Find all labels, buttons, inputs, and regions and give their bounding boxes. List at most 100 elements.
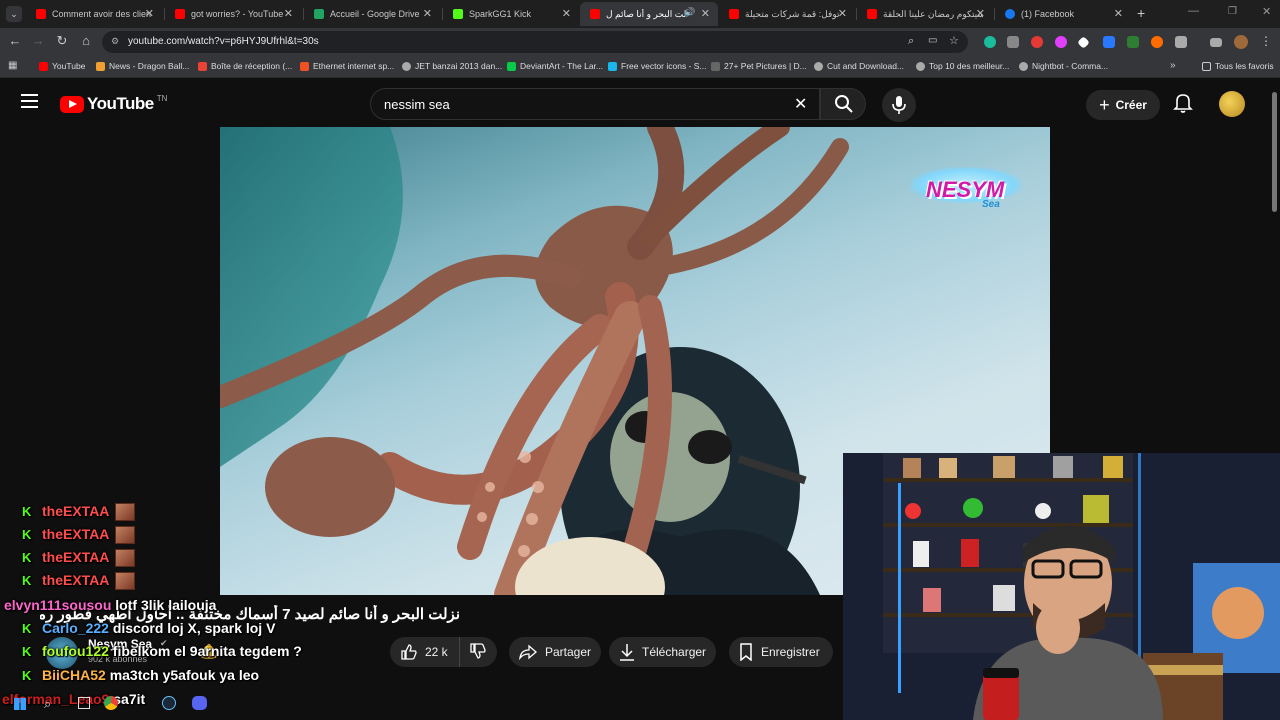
task-view-icon[interactable]: [78, 697, 90, 709]
chrome-taskbar-icon[interactable]: [104, 696, 118, 710]
tab-close-icon[interactable]: ✕: [145, 7, 154, 20]
bookmark-item[interactable]: Ethernet internet sp...: [300, 61, 394, 71]
bookmark-item[interactable]: Free vector icons - S...: [608, 61, 707, 71]
bookmark-item[interactable]: Nightbot - Comma...: [1019, 61, 1108, 71]
browser-tab[interactable]: SparkGG1 Kick ✕: [443, 2, 579, 26]
browser-tab[interactable]: got worries? - YouTube ✕: [165, 2, 301, 26]
speaker-icon[interactable]: 🔊: [684, 7, 695, 18]
dragon-ball-icon: [96, 61, 105, 71]
streamer-webcam: [843, 453, 1280, 720]
bookmark-item[interactable]: Cut and Download...: [814, 61, 904, 71]
clear-search-icon[interactable]: ✕: [794, 94, 807, 114]
profile-avatar-icon[interactable]: [1234, 35, 1248, 49]
reading-list-icon[interactable]: [1210, 38, 1222, 47]
steam-taskbar-icon[interactable]: [162, 696, 176, 710]
tab-close-icon[interactable]: ✕: [701, 7, 710, 20]
extension-icon[interactable]: [1151, 36, 1163, 48]
taskbar-search-icon[interactable]: ⌕: [44, 696, 51, 712]
globe-icon: [1019, 61, 1028, 71]
bookmark-item[interactable]: JET banzai 2013 dan...: [402, 61, 502, 71]
chat-username: theEXTAA: [42, 503, 110, 519]
bookmark-item[interactable]: Top 10 des meilleur...: [916, 61, 1009, 71]
hamburger-menu-icon[interactable]: [21, 94, 38, 108]
webcam-frame: [843, 453, 1280, 720]
search-button[interactable]: [820, 88, 866, 120]
browser-tab[interactable]: Accueil - Google Drive ✕: [304, 2, 440, 26]
extension-icon[interactable]: [1077, 36, 1090, 49]
back-icon[interactable]: ←: [6, 33, 24, 48]
bookmark-star-icon[interactable]: ☆: [949, 34, 959, 47]
windows-start-icon[interactable]: [14, 698, 26, 710]
discord-taskbar-icon[interactable]: [192, 696, 207, 710]
bookmark-item[interactable]: News - Dragon Ball...: [96, 61, 189, 71]
browser-tab[interactable]: (1) Facebook ✕: [995, 2, 1131, 26]
tab-search-button[interactable]: ⌄: [6, 6, 22, 22]
taskbar: ⌕: [0, 690, 843, 720]
notifications-bell-icon[interactable]: [1173, 92, 1193, 119]
bookmark-label: Cut and Download...: [827, 61, 905, 71]
bookmark-label: Nightbot - Comma...: [1032, 61, 1109, 71]
bookmark-item[interactable]: Boîte de réception (...: [198, 61, 292, 71]
extensions-puzzle-icon[interactable]: [1175, 36, 1187, 48]
reload-icon[interactable]: ↻: [53, 33, 71, 49]
voice-search-button[interactable]: [882, 88, 916, 122]
youtube-logo[interactable]: YouTube TN: [60, 94, 167, 114]
bookmark-item[interactable]: 27+ Pet Pictures | D...: [711, 61, 807, 71]
tab-close-icon[interactable]: ✕: [838, 7, 847, 20]
extension-icon[interactable]: [1055, 36, 1067, 48]
chat-text: discord loj X, spark loj V: [112, 620, 276, 636]
youtube-favicon-icon: [867, 9, 877, 19]
avatar[interactable]: [1219, 91, 1245, 117]
restore-icon[interactable]: ❐: [1228, 6, 1237, 17]
tab-close-icon[interactable]: ✕: [562, 7, 571, 20]
site-info-icon[interactable]: ⚙: [111, 36, 119, 47]
tab-title: got worries? - YouTube: [191, 9, 284, 19]
create-button[interactable]: + Créer: [1086, 90, 1160, 120]
kick-badge-icon: K: [22, 644, 32, 659]
minimize-icon[interactable]: —: [1188, 5, 1199, 17]
zoom-icon[interactable]: ⌕: [908, 35, 914, 48]
chat-username: foufou122: [42, 643, 109, 659]
extension-icon[interactable]: [1103, 36, 1115, 48]
kick-badge-icon: K: [22, 668, 32, 683]
bookmark-icon: [740, 643, 752, 661]
chat-text: ma3tch y5afouk ya leo: [109, 667, 260, 683]
extension-icon[interactable]: [1127, 36, 1139, 48]
apps-grid-icon[interactable]: ▦: [8, 60, 17, 71]
tab-close-icon[interactable]: ✕: [423, 7, 432, 20]
more-bookmarks-icon[interactable]: »: [1170, 60, 1176, 71]
deviantart-icon: [507, 61, 516, 71]
browser-tab[interactable]: سيتكوم رمضان علينا الحلقة ✕: [857, 2, 993, 26]
browser-tab[interactable]: Comment avoir des clien ✕: [26, 2, 162, 26]
download-button[interactable]: Télécharger: [609, 637, 716, 667]
plus-icon: +: [1099, 94, 1110, 115]
extension-icon[interactable]: [984, 36, 996, 48]
tab-close-icon[interactable]: ✕: [1114, 7, 1123, 20]
menu-kebab-icon[interactable]: ⋮: [1260, 34, 1272, 48]
all-bookmarks-label: Tous les favoris: [1215, 61, 1274, 71]
bookmark-item[interactable]: DeviantArt - The Lar...: [507, 61, 603, 71]
chat-username: theEXTAA: [42, 526, 110, 542]
home-icon[interactable]: ⌂: [77, 33, 95, 48]
url-text: youtube.com/watch?v=p6HYJ9Ufrhl&t=30s: [128, 36, 319, 47]
forward-icon[interactable]: →: [29, 33, 47, 48]
bookmark-item[interactable]: YouTube: [39, 61, 85, 71]
search-input[interactable]: nessim sea ✕: [370, 88, 820, 120]
tab-title: SparkGG1 Kick: [469, 9, 532, 19]
address-bar[interactable]: ⚙ youtube.com/watch?v=p6HYJ9Ufrhl&t=30s …: [102, 31, 968, 53]
browser-tab[interactable]: توفل: قمة شركات متحيلة ✕: [719, 2, 855, 26]
new-tab-icon[interactable]: +: [1137, 5, 1145, 21]
save-button[interactable]: Enregistrer: [729, 637, 833, 667]
page-scrollbar[interactable]: [1272, 92, 1277, 212]
cast-icon[interactable]: ▭: [928, 35, 937, 46]
face-emote-icon: [115, 549, 136, 568]
tab-close-icon[interactable]: ✕: [976, 7, 985, 20]
globe-icon: [814, 61, 823, 71]
extension-icon[interactable]: [1031, 36, 1043, 48]
close-window-icon[interactable]: ✕: [1262, 5, 1271, 18]
bookmark-label: DeviantArt - The Lar...: [520, 61, 603, 71]
all-bookmarks-folder[interactable]: Tous les favoris: [1202, 61, 1274, 71]
tab-close-icon[interactable]: ✕: [284, 7, 293, 20]
browser-tab-active[interactable]: نزلت البحر و أنا صائم ل 🔊 ✕: [580, 2, 718, 26]
extension-icon[interactable]: [1007, 36, 1019, 48]
